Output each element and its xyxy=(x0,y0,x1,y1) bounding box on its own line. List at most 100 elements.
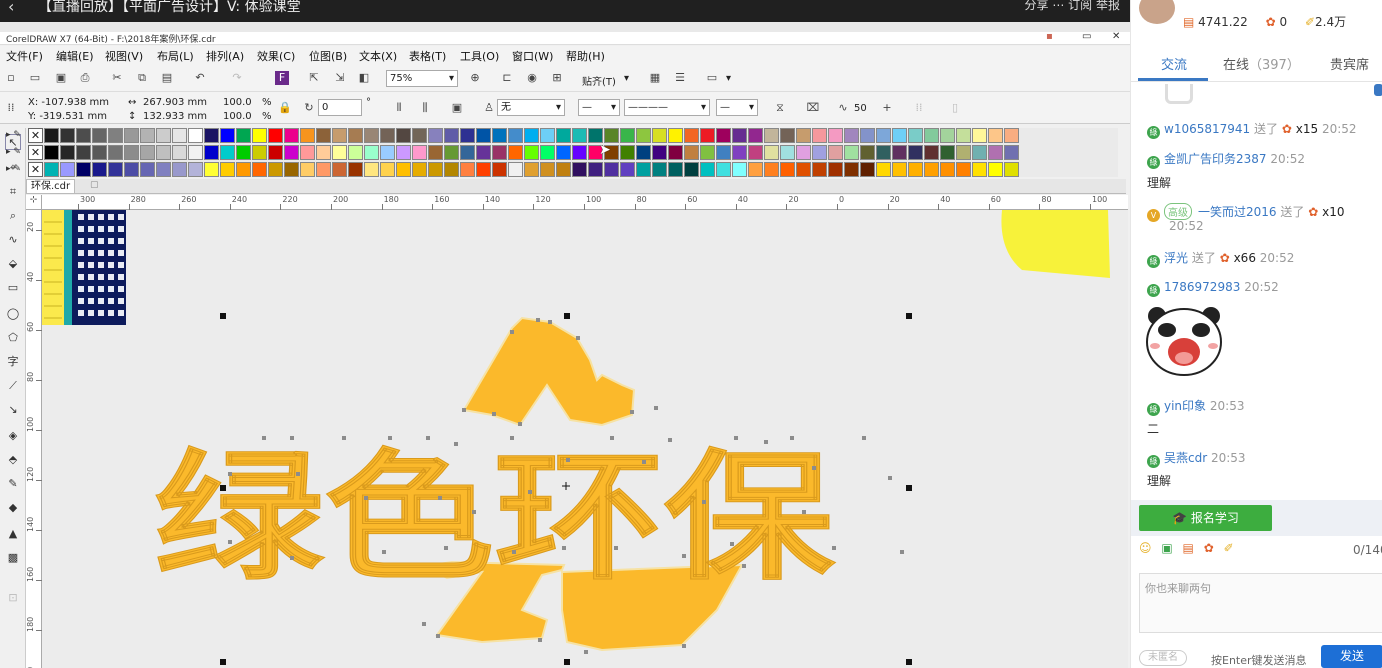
document-tab[interactable]: 环保.cdr xyxy=(26,179,76,194)
crop-tool-icon[interactable]: ⌗ xyxy=(5,184,21,200)
color-swatch[interactable] xyxy=(188,162,203,177)
zoom-level-select[interactable]: 75% ▾ xyxy=(386,70,458,87)
color-swatch[interactable] xyxy=(748,145,763,160)
color-swatch[interactable] xyxy=(876,128,891,143)
color-swatch[interactable] xyxy=(412,162,427,177)
color-swatch[interactable] xyxy=(492,145,507,160)
color-swatch[interactable] xyxy=(444,145,459,160)
color-swatch[interactable] xyxy=(892,162,907,177)
minimize-icon[interactable]: ▭ xyxy=(1082,31,1091,42)
color-swatch[interactable] xyxy=(92,128,107,143)
color-swatch[interactable] xyxy=(892,145,907,160)
color-swatch[interactable] xyxy=(60,128,75,143)
polygon-tool-icon[interactable]: ⬠ xyxy=(5,330,21,346)
options-icon[interactable]: ▦ xyxy=(648,71,662,85)
color-swatch[interactable] xyxy=(764,128,779,143)
color-swatch[interactable] xyxy=(748,162,763,177)
color-swatch[interactable] xyxy=(940,128,955,143)
back-icon[interactable]: ‹ xyxy=(8,0,14,16)
color-swatch[interactable] xyxy=(620,162,635,177)
color-swatch[interactable] xyxy=(76,162,91,177)
end-arrow-select[interactable]: — ▾ xyxy=(716,99,758,116)
color-swatch[interactable] xyxy=(204,128,219,143)
mirror-vertical-icon[interactable]: ⫼ xyxy=(418,101,432,115)
lock-ratio-icon[interactable]: 🔒 xyxy=(278,101,292,115)
color-swatch[interactable] xyxy=(604,162,619,177)
color-swatch[interactable] xyxy=(716,162,731,177)
color-swatch[interactable] xyxy=(92,145,107,160)
color-swatch[interactable] xyxy=(652,162,667,177)
color-swatch[interactable] xyxy=(476,128,491,143)
color-swatch[interactable] xyxy=(924,128,939,143)
color-swatch[interactable] xyxy=(156,145,171,160)
color-swatch[interactable] xyxy=(572,128,587,143)
align-icon[interactable]: ☰ xyxy=(673,71,687,85)
color-swatch[interactable] xyxy=(956,128,971,143)
color-swatch[interactable] xyxy=(540,145,555,160)
color-swatch[interactable] xyxy=(156,162,171,177)
ruler-origin-icon[interactable]: ⊹ xyxy=(26,195,42,210)
color-swatch[interactable] xyxy=(732,128,747,143)
properties-icon[interactable]: ▯ xyxy=(948,101,962,115)
send-button[interactable]: 发送 xyxy=(1321,645,1382,668)
color-swatch[interactable] xyxy=(668,145,683,160)
color-swatch[interactable] xyxy=(492,162,507,177)
connector-tool-icon[interactable]: ↘ xyxy=(5,402,21,418)
color-swatch[interactable] xyxy=(700,128,715,143)
tab-online[interactable]: 在线（397） xyxy=(1223,54,1300,73)
color-swatch[interactable] xyxy=(236,162,251,177)
color-swatch[interactable] xyxy=(700,162,715,177)
color-swatch[interactable] xyxy=(428,162,443,177)
interactive-fill-icon[interactable]: ◆ xyxy=(5,500,21,516)
new-tab-icon[interactable]: ▢ xyxy=(90,180,99,190)
flower-icon[interactable]: ✿ xyxy=(1204,541,1214,555)
color-swatch[interactable] xyxy=(684,145,699,160)
mirror-horizontal-icon[interactable]: ⫴ xyxy=(392,101,406,115)
new-icon[interactable]: ▫ xyxy=(4,71,18,85)
color-swatch[interactable] xyxy=(188,145,203,160)
color-swatch[interactable] xyxy=(428,145,443,160)
color-swatch[interactable] xyxy=(284,145,299,160)
color-swatch[interactable] xyxy=(780,145,795,160)
object-width[interactable]: 267.903 mm xyxy=(143,97,207,108)
color-swatch[interactable] xyxy=(636,162,651,177)
align-nodes-icon[interactable]: ⁞⁞ xyxy=(912,101,926,115)
color-swatch[interactable] xyxy=(892,128,907,143)
tab-chat[interactable]: 交流 xyxy=(1161,54,1187,73)
color-swatch[interactable] xyxy=(316,128,331,143)
color-swatch[interactable] xyxy=(316,145,331,160)
chat-username[interactable]: 金凯广告印务2387 xyxy=(1164,152,1267,166)
drawing-canvas[interactable]: 绿色环保 xyxy=(42,210,1128,668)
chat-username[interactable]: 浮光 xyxy=(1164,251,1188,265)
guidelines-icon[interactable]: ⊞ xyxy=(550,71,564,85)
outline-width-select[interactable]: 无 ▾ xyxy=(497,99,565,116)
color-swatch[interactable] xyxy=(828,128,843,143)
image-icon[interactable]: ▣ xyxy=(1161,541,1172,555)
chat-username[interactable]: 吴燕cdr xyxy=(1164,451,1207,465)
close-icon[interactable]: ✕ xyxy=(1112,31,1120,42)
color-swatch[interactable] xyxy=(844,128,859,143)
position-x[interactable]: X: -107.938 mm xyxy=(28,97,109,108)
color-swatch[interactable] xyxy=(636,128,651,143)
color-swatch[interactable] xyxy=(828,145,843,160)
launch-icon[interactable]: ▭ xyxy=(705,71,719,85)
color-swatch[interactable] xyxy=(300,128,315,143)
no-color-swatch[interactable]: ✕ xyxy=(28,128,43,143)
color-swatch[interactable] xyxy=(236,128,251,143)
color-swatch[interactable] xyxy=(364,162,379,177)
smart-fill-icon[interactable]: ⬙ xyxy=(5,256,21,272)
color-swatch[interactable] xyxy=(524,128,539,143)
color-swatch[interactable] xyxy=(556,162,571,177)
scale-height[interactable]: 100.0 xyxy=(223,111,252,122)
menu-effects[interactable]: 效果(C) xyxy=(257,48,295,64)
app-launcher-icon[interactable]: ◧ xyxy=(357,71,371,85)
color-swatch[interactable] xyxy=(572,162,587,177)
color-swatch[interactable] xyxy=(716,145,731,160)
position-y[interactable]: Y: -319.531 mm xyxy=(28,111,107,122)
color-swatch[interactable] xyxy=(540,128,555,143)
color-swatch[interactable] xyxy=(652,128,667,143)
color-swatch[interactable] xyxy=(300,162,315,177)
color-swatch[interactable] xyxy=(380,128,395,143)
color-swatch[interactable] xyxy=(380,162,395,177)
color-swatch[interactable] xyxy=(444,162,459,177)
